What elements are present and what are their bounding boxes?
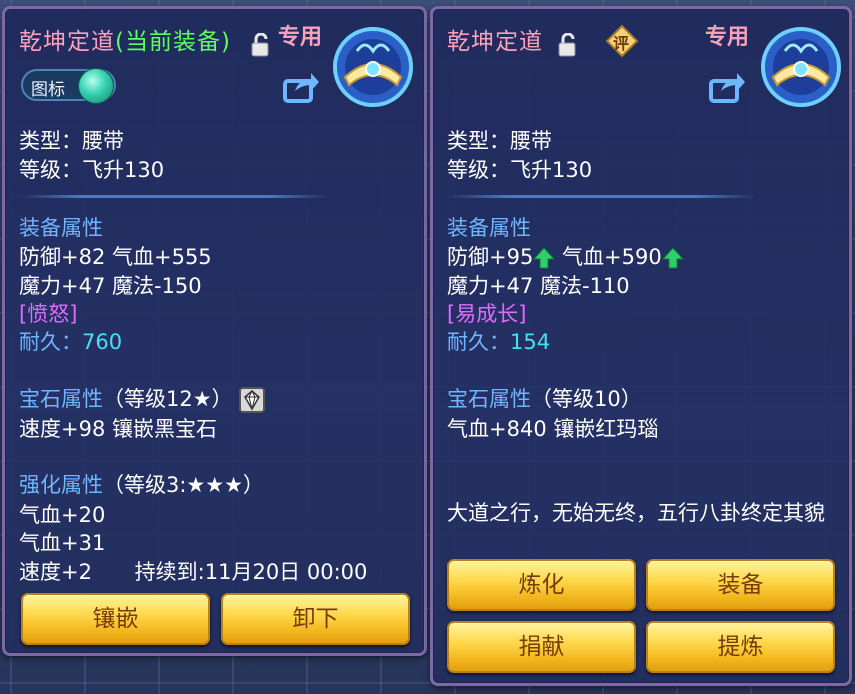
item-description: 大道之行，无始无终，五行八卦终定其貌 xyxy=(447,501,825,525)
icon-toggle[interactable]: 图标 xyxy=(21,68,116,104)
inlay-button[interactable]: 镶嵌 xyxy=(21,593,210,645)
enhance-line-2: 气血+31 xyxy=(19,531,106,555)
icon-toggle-label: 图标 xyxy=(31,80,65,100)
durability-value: 154 xyxy=(510,330,551,354)
exclusive-label: 专用 xyxy=(705,25,750,50)
special-attr: [愤怒] xyxy=(19,302,78,326)
special-attr: [易成长] xyxy=(447,302,527,326)
durability-label: 耐久： xyxy=(19,330,82,354)
gem-line: 气血+840 镶嵌红玛瑙 xyxy=(447,417,659,441)
gem-header: 宝石属性 xyxy=(19,387,103,411)
level-line: 等级：飞升130 xyxy=(447,158,593,182)
attr-header: 装备属性 xyxy=(19,216,103,240)
gem-line: 速度+98 镶嵌黑宝石 xyxy=(19,417,217,441)
divider xyxy=(447,195,757,198)
type-line: 类型：腰带 xyxy=(19,129,124,153)
attr-line-1: 防御+95 气血+590 xyxy=(447,243,684,271)
gem-header-line: 宝石属性（等级12★） xyxy=(19,385,266,413)
belt-item-icon xyxy=(333,27,413,107)
exclusive-label: 专用 xyxy=(278,25,323,50)
durability-line: 耐久：760 xyxy=(19,328,122,356)
unlock-icon[interactable] xyxy=(557,33,579,57)
gem-level: （等级12★） xyxy=(103,387,233,411)
refine-button[interactable]: 炼化 xyxy=(447,559,636,611)
enhance-line-3: 速度+2 持续到:11月20日 00:00 xyxy=(19,558,367,586)
extract-button[interactable]: 提炼 xyxy=(646,621,835,673)
unequip-button[interactable]: 卸下 xyxy=(221,593,410,645)
toggle-knob xyxy=(78,68,114,104)
belt-item-icon xyxy=(761,27,841,107)
current-equipped-tag: (当前装备) xyxy=(115,29,231,55)
equip-button[interactable]: 装备 xyxy=(646,559,835,611)
level-line: 等级：飞升130 xyxy=(19,158,165,182)
share-icon[interactable] xyxy=(283,71,319,103)
attr-line-1: 防御+82 气血+555 xyxy=(19,245,212,269)
enhance-level: （等级3:★★★） xyxy=(103,473,264,497)
enhance-line-3-stat: 速度+2 xyxy=(19,560,92,584)
share-icon[interactable] xyxy=(709,71,745,103)
divider xyxy=(19,195,329,198)
attr-line-2: 魔力+47 魔法-150 xyxy=(19,274,202,298)
upgrade-arrow-icon xyxy=(661,247,684,269)
enhance-header: 强化属性 xyxy=(19,473,103,497)
rate-label: 评 xyxy=(613,34,630,53)
gem-level: （等级10） xyxy=(531,387,642,411)
durability-line: 耐久：154 xyxy=(447,328,550,356)
unlock-icon[interactable] xyxy=(250,33,272,57)
upgrade-arrow-icon xyxy=(533,247,556,269)
enhance-header-line: 强化属性（等级3:★★★） xyxy=(19,471,264,499)
gem-icon[interactable] xyxy=(239,387,266,413)
attr-hp: 气血+590 xyxy=(562,245,662,269)
gem-header-line: 宝石属性（等级10） xyxy=(447,385,642,413)
rate-badge[interactable]: 评 xyxy=(605,24,639,58)
attr-line-2: 魔力+47 魔法-110 xyxy=(447,274,630,298)
enhance-expire: 持续到:11月20日 00:00 xyxy=(134,560,368,584)
gem-header: 宝石属性 xyxy=(447,387,531,411)
item-name: 乾坤定道 xyxy=(447,29,543,55)
equipped-item-tooltip: 乾坤定道(当前装备) 专用 图标 类型：腰带 等级：飞升130 装备属性 防御+… xyxy=(2,6,427,656)
attr-defense: 防御+95 xyxy=(447,245,534,269)
durability-label: 耐久： xyxy=(447,330,510,354)
enhance-line-1: 气血+20 xyxy=(19,503,106,527)
durability-value: 760 xyxy=(82,330,123,354)
item-name: 乾坤定道 xyxy=(19,29,115,55)
item-title: 乾坤定道(当前装备) xyxy=(19,22,231,56)
compare-item-tooltip: 乾坤定道 评 专用 类型：腰带 等级：飞升130 装备属性 防御+95 气血+5… xyxy=(430,6,852,686)
donate-button[interactable]: 捐献 xyxy=(447,621,636,673)
attr-header: 装备属性 xyxy=(447,216,531,240)
type-line: 类型：腰带 xyxy=(447,129,552,153)
